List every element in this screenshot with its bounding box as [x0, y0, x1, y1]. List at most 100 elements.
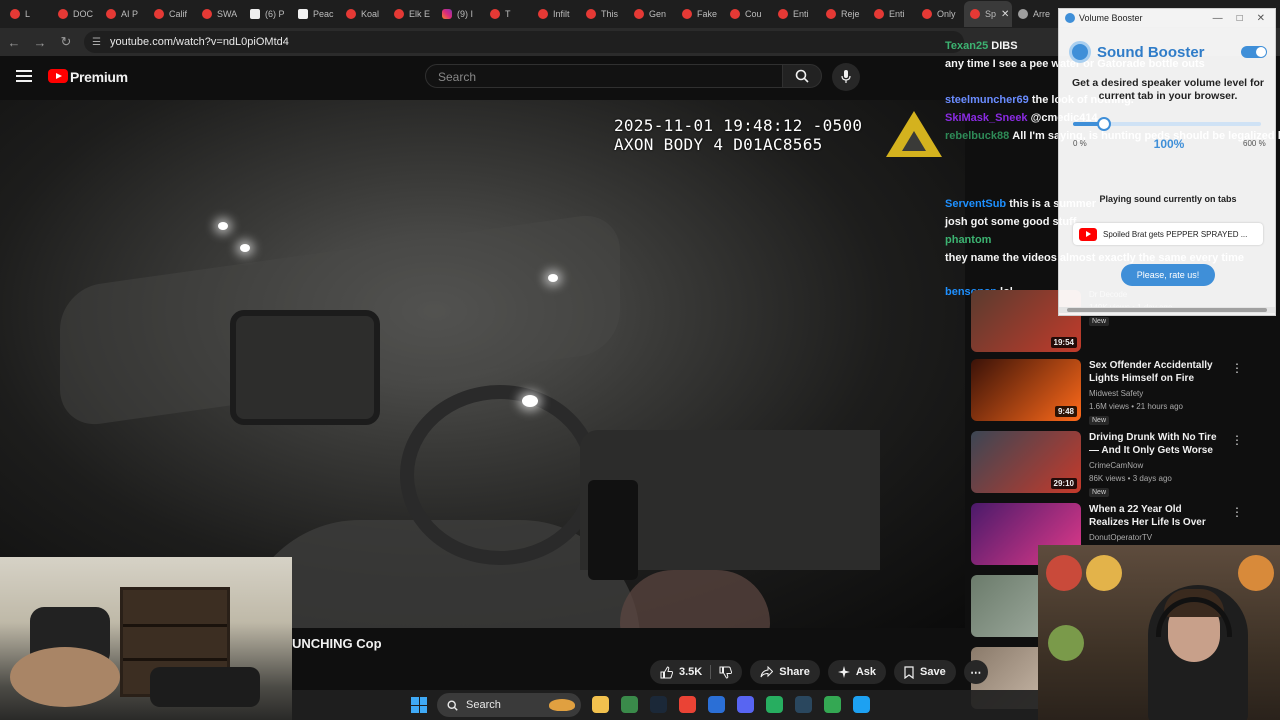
video-player[interactable]: [0, 100, 965, 628]
search-button[interactable]: [782, 64, 822, 88]
chat-message-text: DIBS: [991, 40, 1018, 52]
share-button[interactable]: Share: [750, 660, 820, 684]
browser-tab[interactable]: Enti: [868, 1, 916, 27]
browser-tab[interactable]: Infilt: [532, 1, 580, 27]
maximize-icon[interactable]: □: [1237, 13, 1243, 24]
ask-label: Ask: [855, 666, 877, 678]
browser-tab[interactable]: Reje: [820, 1, 868, 27]
more-actions-button[interactable]: ⋯: [963, 660, 988, 684]
recommendation-title[interactable]: When a 22 Year Old Realizes Her Life Is …: [1089, 503, 1219, 529]
recommendation-title[interactable]: Driving Drunk With No Tire — And It Only…: [1089, 431, 1219, 457]
browser-tab[interactable]: Arre: [1012, 1, 1060, 27]
browser-tab[interactable]: Calif: [148, 1, 196, 27]
volume-slider[interactable]: [1073, 117, 1261, 131]
browser-tab[interactable]: Elk E: [388, 1, 436, 27]
chat-username[interactable]: Texan25: [945, 40, 988, 52]
ask-button[interactable]: Ask: [827, 660, 887, 684]
back-button[interactable]: ←: [2, 30, 26, 54]
chrome2-icon[interactable]: [824, 696, 841, 713]
voice-search-button[interactable]: [832, 63, 860, 91]
url-field[interactable]: ☰ youtube.com/watch?v=ndL0piOMtd4: [84, 31, 964, 53]
recommendation-item[interactable]: 9:48 Sex Offender Accidentally Lights Him…: [971, 359, 1243, 425]
recommendation-channel[interactable]: Midwest Safety: [1089, 389, 1143, 398]
chat-message: Texan25 DIBS: [945, 38, 1018, 54]
browser-tab[interactable]: DOC: [52, 1, 100, 27]
tab-favicon-icon: [778, 9, 788, 19]
forward-button[interactable]: →: [28, 30, 52, 54]
browser-tab[interactable]: T: [484, 1, 532, 27]
bodycam-timestamp: 2025-11-01 19:48:12 -0500 AXON BODY 4 D0…: [614, 116, 862, 154]
rate-us-button[interactable]: Please, rate us!: [1121, 264, 1215, 286]
browser-tab[interactable]: AI P: [100, 1, 148, 27]
youtube-logo-icon[interactable]: [48, 69, 68, 83]
tab-label: Reje: [841, 9, 860, 19]
thumbs-down-icon[interactable]: [719, 666, 733, 679]
chat-username[interactable]: rebelbuck88: [945, 130, 1009, 142]
reload-button[interactable]: ↻: [54, 30, 78, 54]
more-vertical-icon[interactable]: ⋮: [1231, 361, 1243, 375]
browser-tab[interactable]: (9) I: [436, 1, 484, 27]
recommendation-channel[interactable]: DonutOperatorTV: [1089, 533, 1152, 542]
browser-tab[interactable]: This: [580, 1, 628, 27]
app-green-icon[interactable]: [621, 696, 638, 713]
recommendation-title[interactable]: Sex Offender Accidentally Lights Himself…: [1089, 359, 1219, 385]
taskbar-search[interactable]: Search: [437, 693, 581, 717]
app-edge-icon[interactable]: [853, 696, 870, 713]
more-horizontal-icon: ⋯: [970, 666, 982, 679]
recommendation-thumbnail[interactable]: 29:10: [971, 431, 1081, 493]
scrollbar-thumb[interactable]: [1067, 308, 1267, 312]
video-scene-window: [230, 310, 380, 425]
steam2-icon[interactable]: [795, 696, 812, 713]
chat-message: phantom: [945, 232, 991, 248]
chrome-icon[interactable]: [679, 696, 696, 713]
tab-label: Koal: [361, 9, 380, 19]
popup-horizontal-scrollbar[interactable]: [1059, 307, 1275, 313]
playing-tab-item[interactable]: Spoiled Brat gets PEPPER SPRAYED ...: [1073, 223, 1263, 245]
browser-tab[interactable]: Koal: [340, 1, 388, 27]
webcam-right: [1038, 545, 1280, 720]
browser-tab[interactable]: Gen: [628, 1, 676, 27]
search-input[interactable]: Search: [425, 64, 783, 88]
video-scene-steering-wheel: [400, 385, 600, 565]
recommendation-thumbnail[interactable]: 9:48: [971, 359, 1081, 421]
more-vertical-icon[interactable]: ⋮: [1231, 505, 1243, 519]
chat-username[interactable]: steelmuncher69: [945, 94, 1029, 106]
tab-favicon-icon: [826, 9, 836, 19]
recommendation-channel[interactable]: CrimeCamNow: [1089, 461, 1143, 470]
browser-tab[interactable]: SWA: [196, 1, 244, 27]
recommendation-item[interactable]: 29:10 Driving Drunk With No Tire — And It…: [971, 431, 1243, 497]
close-icon[interactable]: ✕: [1257, 13, 1265, 24]
browser-tab[interactable]: Sp ✕: [964, 1, 1012, 27]
browser-tab[interactable]: (6) P: [244, 1, 292, 27]
chat-username[interactable]: phantom: [945, 234, 991, 246]
tab-favicon-icon: [154, 9, 164, 19]
discord-icon[interactable]: [737, 696, 754, 713]
share-icon: [760, 666, 774, 678]
browser-tab[interactable]: L: [4, 1, 52, 27]
tab-close-icon[interactable]: ✕: [1001, 9, 1009, 20]
browser-tab[interactable]: Cou: [724, 1, 772, 27]
browser-tab[interactable]: Fake: [676, 1, 724, 27]
app-blue-icon[interactable]: [708, 696, 725, 713]
youtube-wordmark[interactable]: Premium: [70, 69, 128, 85]
volume-slider-knob[interactable]: [1097, 117, 1112, 131]
tab-favicon-icon: [250, 9, 260, 19]
windows-start-icon[interactable]: [411, 697, 427, 713]
app-green2-icon[interactable]: [766, 696, 783, 713]
save-button[interactable]: Save: [894, 660, 956, 684]
tab-favicon-icon: [58, 9, 68, 19]
hamburger-menu-icon[interactable]: [16, 70, 32, 82]
minimize-icon[interactable]: —: [1213, 13, 1223, 24]
site-info-icon[interactable]: ☰: [92, 37, 104, 48]
video-duration: 29:10: [1050, 478, 1077, 489]
browser-tab[interactable]: Peac: [292, 1, 340, 27]
booster-enable-toggle[interactable]: [1241, 46, 1267, 58]
steam-icon[interactable]: [650, 696, 667, 713]
more-vertical-icon[interactable]: ⋮: [1231, 433, 1243, 447]
chat-username[interactable]: SkiMask_Sneek: [945, 112, 1028, 124]
browser-tab[interactable]: Enti: [772, 1, 820, 27]
chat-username[interactable]: ServentSub: [945, 198, 1006, 210]
browser-tab[interactable]: Only: [916, 1, 964, 27]
like-dislike-button[interactable]: 3.5K: [650, 660, 743, 684]
file-explorer-icon[interactable]: [592, 696, 609, 713]
